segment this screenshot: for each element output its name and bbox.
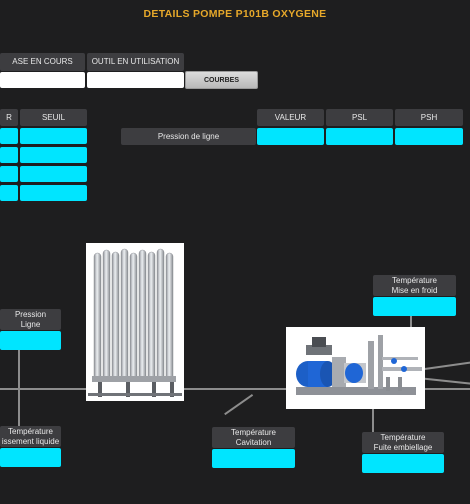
seuil-value-cell <box>20 147 87 163</box>
psl-cell <box>326 128 393 145</box>
temp-refroidissement-label: Température issement liquide <box>0 426 61 447</box>
seuil-value-cell <box>20 185 87 201</box>
temp-mise-en-froid-label-text: Température Mise en froid <box>391 275 438 295</box>
temp-refroidissement-label-text: Température issement liquide <box>1 426 60 446</box>
left-value-cell <box>0 147 18 163</box>
seuil-header: SEUIL <box>20 109 87 126</box>
vaporizer-image <box>86 243 184 401</box>
psh-header: PSH <box>395 109 463 126</box>
pump-skid-image <box>286 327 425 409</box>
page-title: DETAILS POMPE P101B OXYGENE <box>143 8 327 20</box>
temp-cavitation-value <box>212 449 295 468</box>
left-value-cell <box>0 128 18 144</box>
pression-ligne-label: Pression Ligne <box>0 309 61 330</box>
valeur-header: VALEUR <box>257 109 324 126</box>
temp-cavitation-label: Température Cavitation <box>212 427 295 448</box>
outil-value-field <box>87 72 184 88</box>
temp-fuite-value <box>362 454 444 473</box>
temp-refroidissement-value <box>0 448 61 467</box>
pression-ligne-value <box>0 331 61 350</box>
temp-fuite-label-text: Température Fuite embiellage <box>373 432 433 452</box>
psl-header: PSL <box>326 109 393 126</box>
seuil-value-cell <box>20 166 87 182</box>
temp-mise-en-froid-value <box>373 297 456 316</box>
connector-line <box>420 377 470 385</box>
valeur-cell <box>257 128 324 145</box>
temp-mise-en-froid-label: Température Mise en froid <box>373 275 456 296</box>
courbes-button[interactable]: COURBES <box>185 71 258 89</box>
phase-value-field <box>0 72 85 88</box>
pression-ligne-row-label: Pression de ligne <box>121 128 256 145</box>
left-value-cell <box>0 185 18 201</box>
connector-line <box>18 350 20 426</box>
pression-ligne-label-text: Pression Ligne <box>14 309 47 329</box>
temp-fuite-label: Température Fuite embiellage <box>362 432 444 453</box>
temp-cavitation-label-text: Température Cavitation <box>231 427 276 447</box>
connector-line <box>224 394 254 416</box>
phase-header: ASE EN COURS <box>0 53 85 71</box>
outil-header: OUTIL EN UTILISATION <box>87 53 184 71</box>
connector-line <box>420 361 470 371</box>
left-value-cell <box>0 166 18 182</box>
seuil-value-cell <box>20 128 87 144</box>
left-col1-header: R <box>0 109 18 126</box>
psh-cell <box>395 128 463 145</box>
